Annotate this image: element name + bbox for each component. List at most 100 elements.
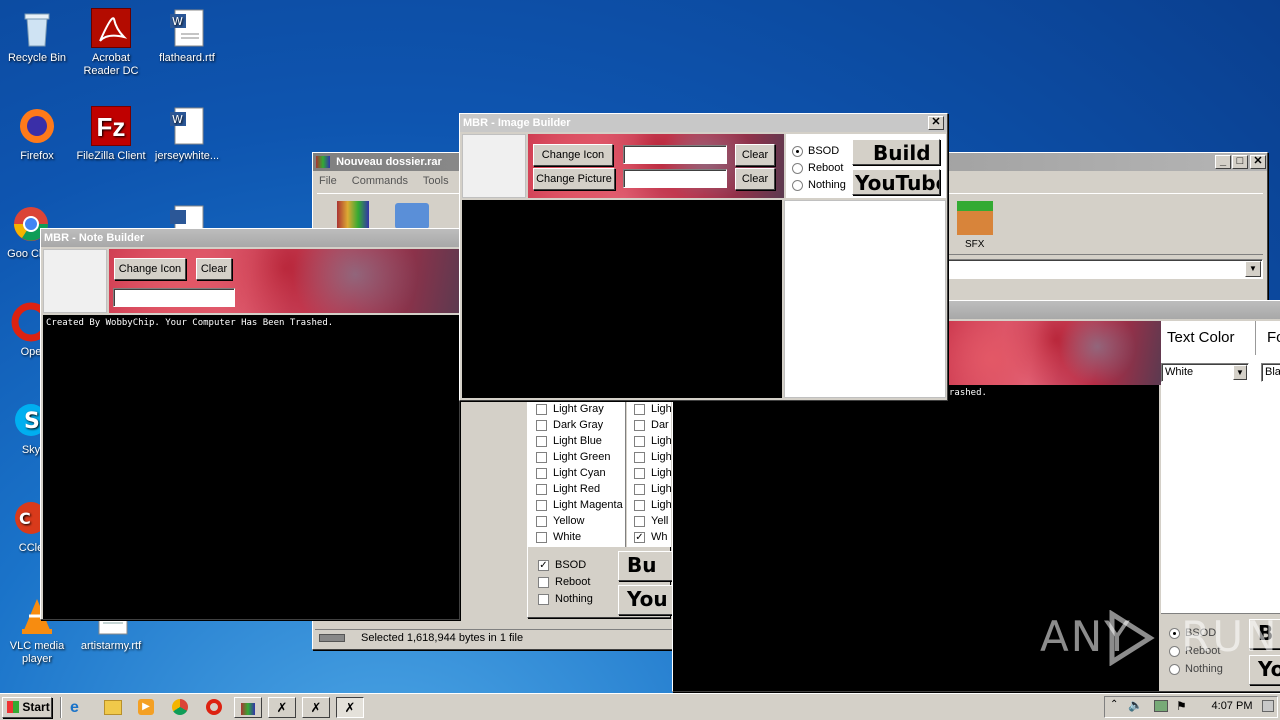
taskbar-winrar[interactable] — [234, 697, 262, 718]
color-option[interactable]: Yellow — [536, 515, 584, 527]
explorer-icon[interactable] — [104, 700, 122, 715]
taskbar-mbr-2[interactable]: ✗ — [302, 697, 330, 718]
image-builder-titlebar[interactable]: MBR - Image Builder — [460, 114, 947, 132]
color-checkbox[interactable] — [634, 451, 645, 463]
radio-nothing[interactable] — [1169, 663, 1180, 675]
option-nothing[interactable]: Nothing — [538, 593, 593, 605]
option-nothing[interactable]: Nothing — [792, 179, 846, 191]
change-icon-button[interactable]: Change Icon — [114, 258, 186, 280]
radio-bsod[interactable] — [792, 145, 803, 157]
color-checkbox[interactable]: ✓ — [634, 531, 645, 543]
color-checkbox[interactable] — [634, 419, 645, 431]
color-builder-window[interactable]: Light Gray Dark Gray Light Blue Light Green… — [527, 396, 674, 618]
start-button[interactable]: Start — [2, 697, 52, 718]
menu-tools[interactable]: Tools — [423, 175, 449, 187]
close-button[interactable]: ✕ — [1250, 155, 1266, 169]
maximize-button[interactable]: □ — [1232, 155, 1248, 169]
folder-icon[interactable] — [395, 203, 429, 229]
color-checkbox[interactable] — [634, 499, 645, 511]
color-option[interactable]: ✓ Wh — [634, 531, 668, 543]
color-checkbox[interactable] — [536, 403, 547, 415]
desktop-icon-acrobat[interactable]: Acrobat Reader DC — [74, 8, 148, 78]
youtube-button[interactable]: You — [618, 585, 674, 615]
color-checkbox[interactable] — [634, 467, 645, 479]
checkbox-nothing[interactable] — [538, 593, 549, 605]
color-option[interactable]: Light Blue — [536, 435, 602, 447]
color-option[interactable]: Light Gray — [536, 403, 604, 415]
desktop-icon-filezilla[interactable]: Fz FileZilla Client — [74, 106, 148, 163]
menu-file[interactable]: File — [319, 175, 337, 187]
media-player-icon[interactable]: ▶ — [138, 699, 154, 715]
desktop-icon-word-partial[interactable] — [150, 204, 224, 228]
radio-reboot[interactable] — [792, 162, 803, 174]
chevron-down-icon[interactable]: ▼ — [1233, 365, 1247, 380]
color-option[interactable]: Ligh — [634, 435, 672, 447]
color-checkbox[interactable] — [536, 451, 547, 463]
text-color-select[interactable]: White ▼ — [1161, 363, 1249, 382]
color-option[interactable]: Ligh — [634, 499, 672, 511]
desktop-icon-flatheard[interactable]: W flatheard.rtf — [150, 8, 224, 65]
color-checkbox[interactable] — [634, 403, 645, 415]
color-option[interactable]: White — [536, 531, 581, 543]
flag-icon[interactable]: ⚑ — [1176, 699, 1187, 713]
note-builder-titlebar[interactable]: MBR - Note Builder — [41, 229, 459, 247]
option-nothing[interactable]: Nothing — [1169, 663, 1223, 675]
path-combobox[interactable] — [947, 259, 1263, 279]
color-option[interactable]: Ligh — [634, 467, 672, 479]
color-checkbox[interactable] — [634, 483, 645, 495]
desktop-icon-recycle-bin[interactable]: Recycle Bin — [0, 8, 74, 65]
image-builder-window[interactable]: MBR - Image Builder ✕ Change Icon Change… — [459, 113, 948, 401]
checkbox-reboot[interactable] — [538, 576, 549, 588]
opera-taskbar-icon[interactable] — [206, 699, 222, 715]
clock[interactable]: 4:07 PM — [1208, 700, 1256, 712]
color-checkbox[interactable] — [634, 435, 645, 447]
option-bsod[interactable]: ✓ BSOD — [538, 559, 586, 571]
clear-picture-button[interactable]: Clear — [735, 168, 775, 190]
volume-icon[interactable]: 🔈 — [1128, 698, 1143, 712]
desktop-icon-firefox[interactable]: Firefox — [0, 106, 74, 163]
change-picture-button[interactable]: Change Picture — [533, 168, 615, 190]
checkbox-bsod[interactable]: ✓ — [538, 559, 549, 571]
option-reboot[interactable]: Reboot — [538, 576, 590, 588]
ie-icon[interactable]: e — [70, 699, 88, 717]
build-button[interactable]: Bu — [618, 551, 674, 581]
change-icon-button[interactable]: Change Icon — [533, 144, 613, 166]
close-button[interactable]: ✕ — [928, 116, 944, 130]
option-reboot[interactable]: Reboot — [792, 162, 843, 174]
youtube-button[interactable]: YouTube — [852, 169, 940, 195]
chevron-down-icon[interactable]: ▼ — [1245, 261, 1261, 277]
color-checkbox[interactable] — [536, 531, 547, 543]
chrome-taskbar-icon[interactable] — [172, 699, 188, 715]
color-checkbox[interactable] — [536, 499, 547, 511]
taskbar-mbr-1[interactable]: ✗ — [268, 697, 296, 718]
clear-icon-button[interactable]: Clear — [735, 144, 775, 166]
build-button[interactable]: Build — [852, 139, 940, 165]
color-checkbox[interactable] — [634, 515, 645, 527]
color-option[interactable]: Light Magenta — [536, 499, 623, 511]
color-option[interactable]: Light Green — [536, 451, 610, 463]
color-option[interactable]: Yell — [634, 515, 668, 527]
icon-path-input[interactable] — [623, 145, 727, 164]
sfx-icon[interactable] — [957, 201, 993, 235]
network-icon[interactable] — [1154, 700, 1168, 712]
color-option[interactable]: Ligh — [634, 403, 672, 415]
radio-nothing[interactable] — [792, 179, 803, 191]
color-option[interactable]: Dark Gray — [536, 419, 603, 431]
color-option[interactable]: Ligh — [634, 483, 672, 495]
icon-path-input[interactable] — [113, 288, 235, 307]
color-checkbox[interactable] — [536, 467, 547, 479]
color-option[interactable]: Dar — [634, 419, 669, 431]
option-bsod[interactable]: BSOD — [792, 145, 839, 157]
minimize-button[interactable]: _ — [1215, 155, 1231, 169]
picture-path-input[interactable] — [623, 169, 727, 188]
color-checkbox[interactable] — [536, 419, 547, 431]
color-option[interactable]: Ligh — [634, 451, 672, 463]
font-select[interactable]: Bla — [1261, 363, 1280, 382]
color-checkbox[interactable] — [536, 483, 547, 495]
add-archive-icon[interactable] — [337, 201, 369, 229]
desktop-icon-jerseywhite[interactable]: W jerseywhite... — [150, 106, 224, 163]
color-checkbox[interactable] — [536, 515, 547, 527]
color-option[interactable]: Light Cyan — [536, 467, 606, 479]
menu-commands[interactable]: Commands — [352, 175, 408, 187]
color-option[interactable]: Light Red — [536, 483, 600, 495]
